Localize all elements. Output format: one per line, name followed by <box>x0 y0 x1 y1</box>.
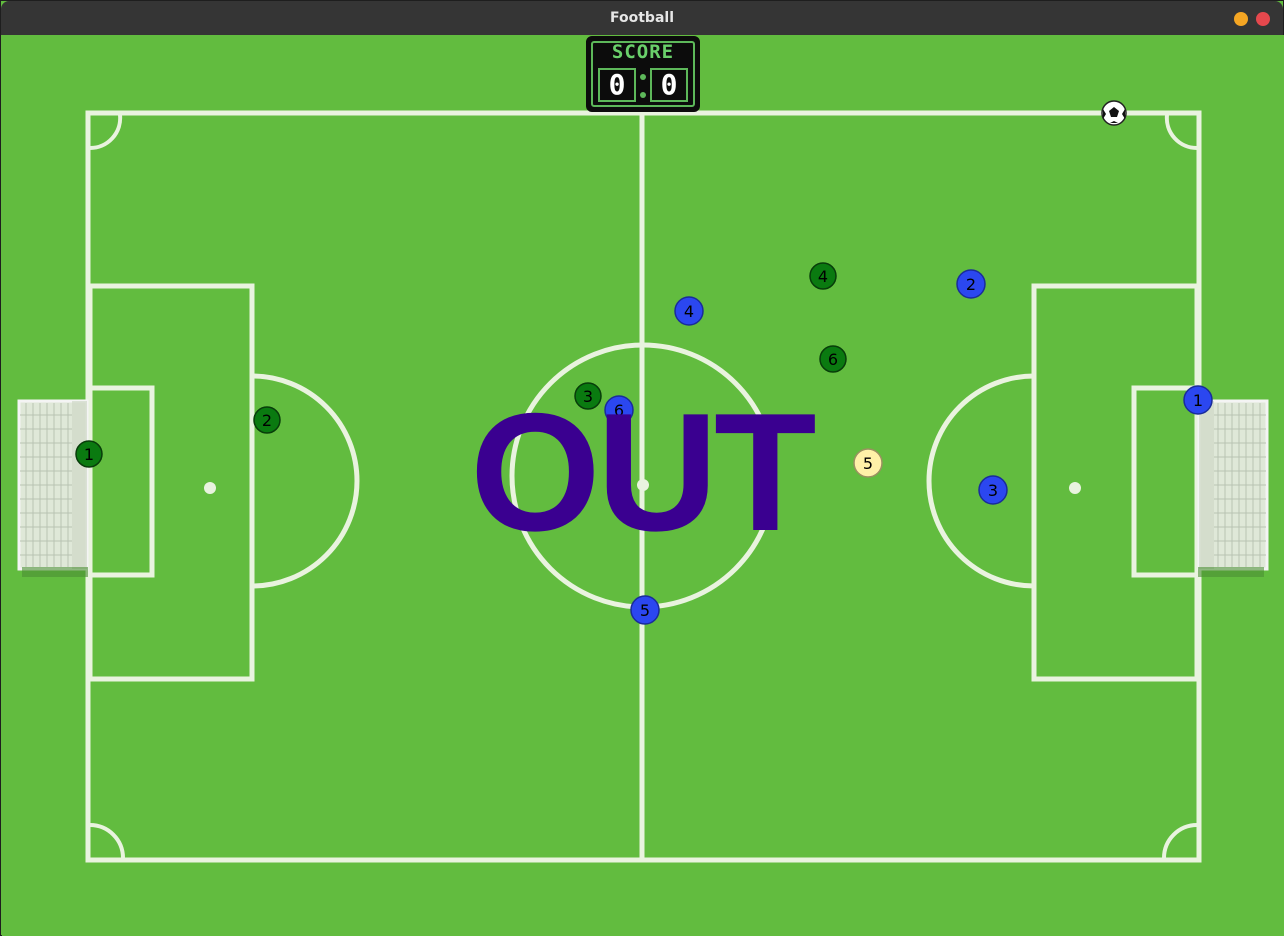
football-field[interactable]: 1 2 3 4 6 1 2 3 4 5 6 5 SCORE 0 0 OUT <box>2 35 1284 936</box>
player-number: 5 <box>863 454 873 473</box>
player-number: 4 <box>818 267 828 286</box>
corner-arc-bottom-right <box>1162 823 1198 859</box>
right-penalty-area <box>1031 283 1200 682</box>
score-separator <box>639 72 647 100</box>
right-goal-area <box>1131 385 1200 578</box>
player-highlighted-5[interactable]: 5 <box>853 448 883 478</box>
minimize-button[interactable] <box>1234 12 1248 26</box>
right-penalty-spot <box>1069 482 1081 494</box>
corner-arc-bottom-left <box>89 823 125 859</box>
player-number: 1 <box>84 445 94 464</box>
player-number: 2 <box>966 275 976 294</box>
corner-arc-top-right <box>1164 114 1198 151</box>
game-window: Football 1 2 3 4 6 1 2 3 4 5 6 5 SCORE 0… <box>0 0 1284 936</box>
player-blue-5[interactable]: 5 <box>630 595 660 625</box>
player-blue-2[interactable]: 2 <box>956 269 986 299</box>
player-blue-4[interactable]: 4 <box>674 296 704 326</box>
player-green-4[interactable]: 4 <box>809 262 837 290</box>
player-green-1[interactable]: 1 <box>75 440 103 468</box>
player-green-6[interactable]: 6 <box>819 345 847 373</box>
player-number: 4 <box>684 302 694 321</box>
close-button[interactable] <box>1256 12 1270 26</box>
player-number: 1 <box>1193 391 1203 410</box>
left-goal-area <box>87 385 155 578</box>
score-label: SCORE <box>611 41 675 63</box>
player-blue-1[interactable]: 1 <box>1183 385 1213 415</box>
right-goal-net <box>1197 399 1269 577</box>
scoreboard: SCORE 0 0 <box>586 36 700 112</box>
out-message: OUT <box>470 378 817 566</box>
title-bar[interactable]: Football <box>1 1 1283 35</box>
left-penalty-spot <box>204 482 216 494</box>
right-score: 0 <box>650 68 688 102</box>
player-green-2[interactable]: 2 <box>253 406 281 434</box>
player-number: 3 <box>988 481 998 500</box>
window-title: Football <box>610 10 674 26</box>
player-number: 5 <box>640 601 650 620</box>
left-score: 0 <box>598 68 636 102</box>
player-number: 2 <box>262 411 272 430</box>
corner-arc-top-left <box>89 114 123 151</box>
soccer-ball-icon[interactable] <box>1101 100 1127 126</box>
player-number: 6 <box>828 350 838 369</box>
left-goal-net <box>17 399 89 577</box>
player-blue-3[interactable]: 3 <box>978 475 1008 505</box>
left-penalty-area <box>87 283 255 682</box>
